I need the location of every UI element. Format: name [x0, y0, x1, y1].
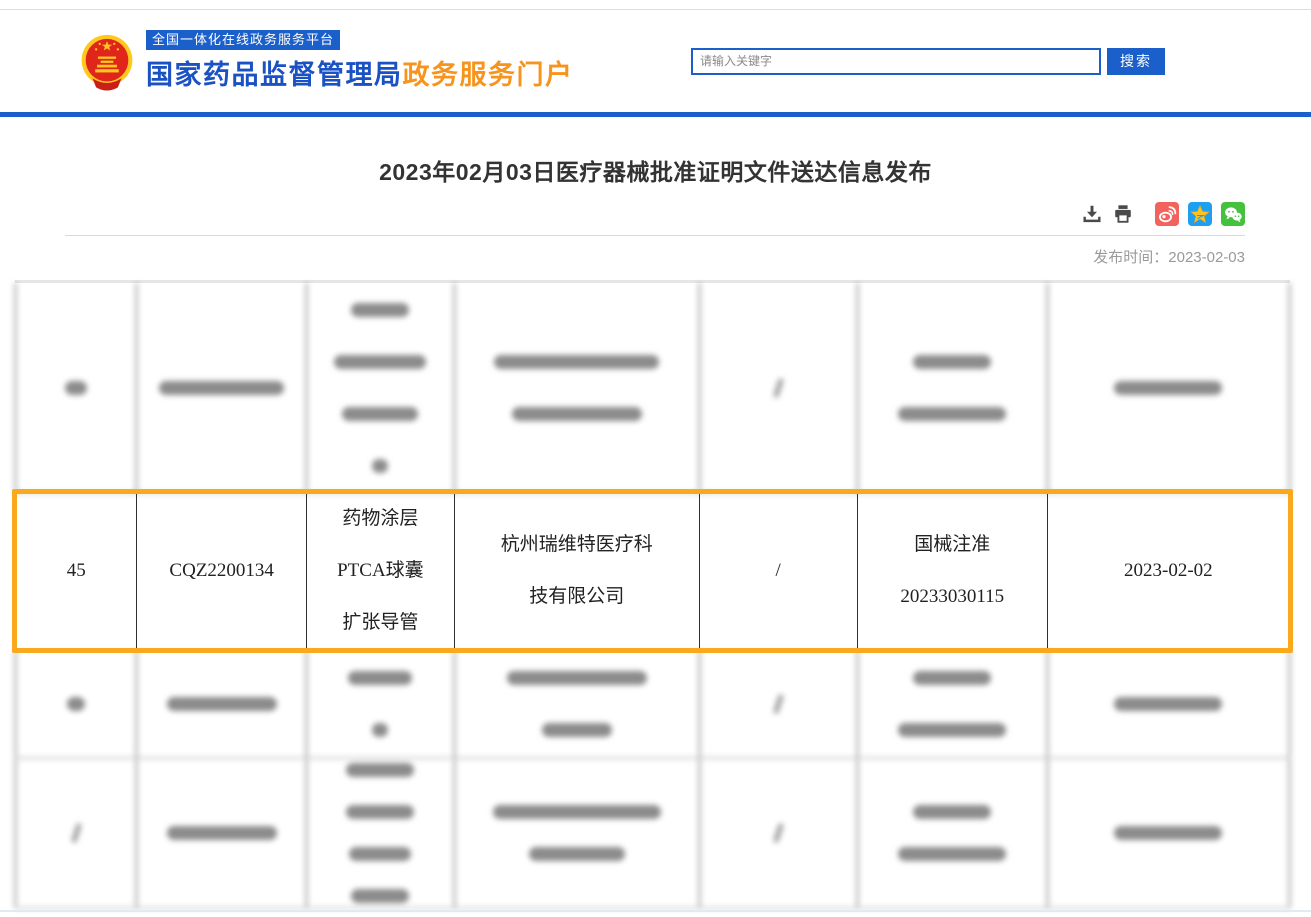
table-row-redacted	[15, 650, 1290, 759]
print-icon[interactable]	[1112, 203, 1134, 225]
table-cell: 药物涂层PTCA球囊扩张导管	[307, 494, 455, 648]
table-cell: 杭州瑞维特医疗科技有限公司	[455, 494, 700, 648]
table-cell	[455, 759, 700, 907]
table-cell: 2023-02-02	[1048, 494, 1290, 648]
national-emblem-logo[interactable]	[78, 31, 136, 93]
share-toolbar	[0, 202, 1245, 226]
site-title: 国家药品监督管理局政务服务门户	[146, 53, 574, 92]
search-button[interactable]: 搜索	[1107, 48, 1165, 75]
search-bar: 搜索	[691, 48, 1165, 75]
article: 2023年02月03日医疗器械批准证明文件送达信息发布	[0, 153, 1311, 909]
qzone-share-icon[interactable]	[1188, 202, 1212, 226]
header-divider-line	[0, 112, 1311, 117]
publish-time-value: 2023-02-03	[1168, 249, 1245, 266]
portal-name: 政务服务门户	[403, 60, 574, 90]
table-cell	[700, 650, 858, 757]
table-cell	[858, 650, 1048, 757]
table-cell	[15, 759, 137, 907]
publish-time: 发布时间：2023-02-03	[0, 246, 1245, 267]
table-cell	[1048, 283, 1290, 492]
page-title: 2023年02月03日医疗器械批准证明文件送达信息发布	[0, 153, 1311, 187]
table-cell	[307, 759, 455, 907]
download-icon[interactable]	[1081, 203, 1103, 225]
platform-badge: 全国一体化在线政务服务平台	[146, 30, 340, 50]
table-cell	[858, 283, 1048, 492]
table-cell: /	[700, 494, 858, 648]
table-cell	[137, 650, 307, 757]
table-row-highlighted: 45CQZ2200134药物涂层PTCA球囊扩张导管杭州瑞维特医疗科技有限公司/…	[15, 494, 1290, 650]
table-cell: CQZ2200134	[137, 494, 307, 648]
device-approval-table: 45CQZ2200134药物涂层PTCA球囊扩张导管杭州瑞维特医疗科技有限公司/…	[15, 280, 1290, 909]
wechat-share-icon[interactable]	[1221, 202, 1245, 226]
table-cell: 国械注准20233030115	[858, 494, 1048, 648]
table-cell	[455, 650, 700, 757]
top-border-line	[0, 0, 1311, 10]
site-header: 全国一体化在线政务服务平台 国家药品监督管理局政务服务门户 搜索	[0, 10, 1311, 112]
table-cell	[307, 650, 455, 757]
site-brand: 全国一体化在线政务服务平台 国家药品监督管理局政务服务门户	[78, 30, 574, 93]
table-cell	[858, 759, 1048, 907]
table-cell	[137, 759, 307, 907]
table-row-redacted	[15, 759, 1290, 909]
title-divider-line	[65, 235, 1245, 236]
table-cell	[1048, 759, 1290, 907]
weibo-share-icon[interactable]	[1155, 202, 1179, 226]
table-cell	[307, 283, 455, 492]
brand-text: 全国一体化在线政务服务平台 国家药品监督管理局政务服务门户	[146, 30, 574, 92]
table-cell	[137, 283, 307, 492]
table-cell: 45	[15, 494, 137, 648]
publish-time-label: 发布时间：	[1093, 249, 1168, 266]
table-cell	[15, 650, 137, 757]
table-row-redacted	[15, 283, 1290, 494]
site-name: 国家药品监督管理局	[146, 60, 403, 90]
footer-line	[0, 910, 1311, 912]
table-cell	[455, 283, 700, 492]
search-input[interactable]	[691, 48, 1101, 75]
table-cell	[700, 759, 858, 907]
table-cell	[15, 283, 137, 492]
table-cell	[1048, 650, 1290, 757]
table-cell	[700, 283, 858, 492]
